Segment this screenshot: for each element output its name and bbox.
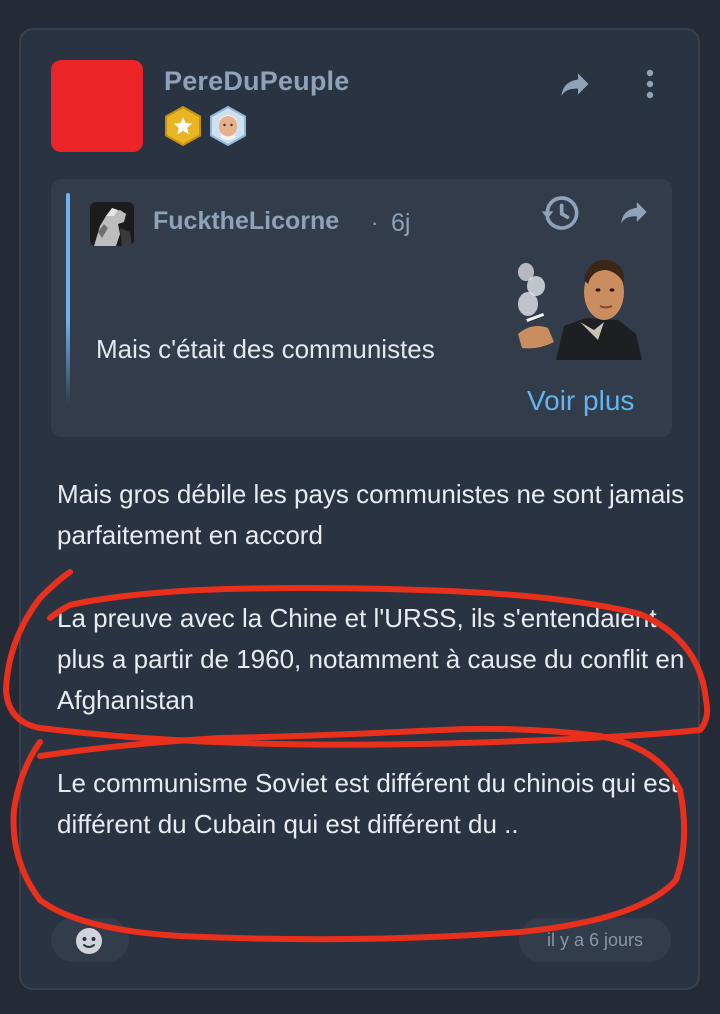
smoking-man-sticker [518, 259, 642, 360]
quote-share-icon[interactable] [617, 195, 651, 229]
quote-author-avatar[interactable] [90, 202, 134, 246]
history-icon[interactable] [540, 193, 580, 233]
post-timestamp: il y a 6 jours [519, 918, 671, 962]
more-vertical-icon[interactable] [635, 66, 665, 102]
quote-time: 6j [391, 209, 411, 237]
post-body: Mais gros débile les pays communistes ne… [57, 474, 697, 887]
quote-separator: · [371, 210, 379, 235]
share-icon[interactable] [557, 66, 593, 102]
gold-star-badge-icon[interactable] [164, 106, 202, 146]
quoted-message[interactable]: FucktheLicorne · 6j Mais c'était des com… [51, 179, 672, 437]
quote-text: Mais c'était des communistes [96, 334, 435, 364]
author-avatar[interactable] [51, 60, 143, 152]
post-card: PereDuPeuple FucktheLicorne · 6j Mais c'… [19, 28, 700, 990]
body-paragraph-1: Mais gros débile les pays communistes ne… [57, 479, 685, 550]
author-username[interactable]: PereDuPeuple [164, 66, 349, 97]
quote-author-name[interactable]: FucktheLicorne [153, 207, 339, 236]
body-paragraph-3: Le communisme Soviet est différent du ch… [57, 768, 678, 839]
add-reaction-button[interactable] [51, 918, 129, 962]
face-avatar-badge-icon[interactable] [209, 106, 247, 146]
author-badges [164, 106, 247, 146]
quote-accent-bar [66, 193, 70, 405]
smiley-icon [76, 928, 102, 954]
see-more-link[interactable]: Voir plus [527, 385, 634, 417]
body-paragraph-2: La preuve avec la Chine et l'URSS, ils s… [57, 603, 685, 715]
